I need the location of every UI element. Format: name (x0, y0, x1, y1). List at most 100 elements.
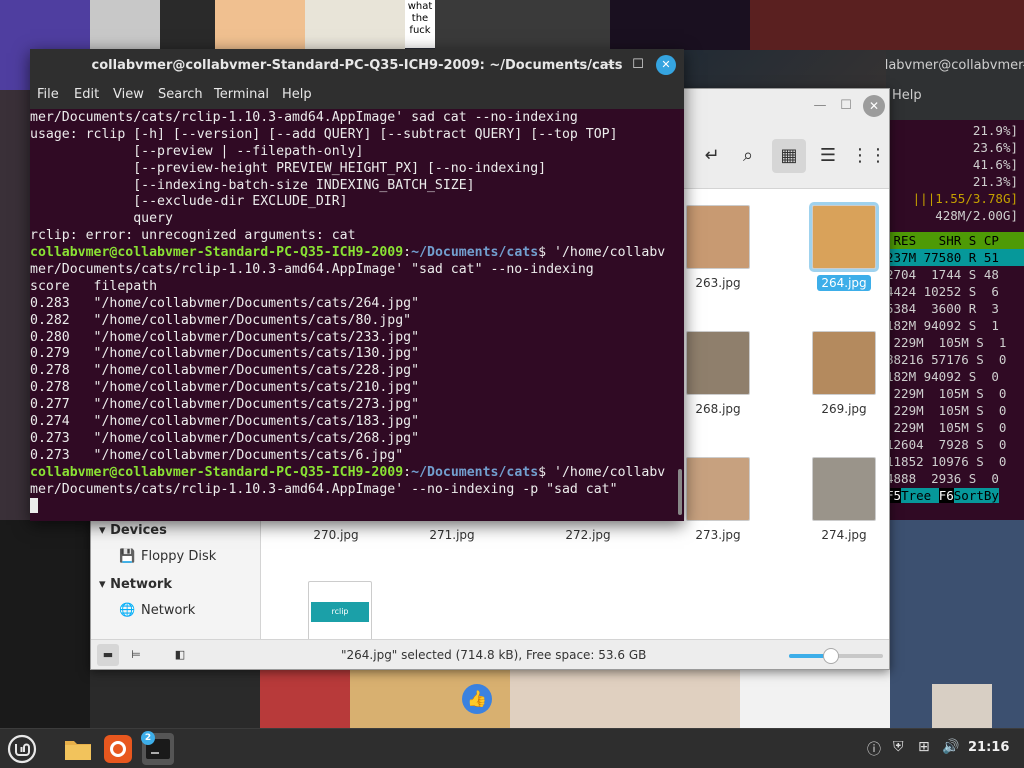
htop-row[interactable]: 2704 1744 S 48 (886, 266, 1024, 283)
htop-row[interactable]: 229M 105M S 0 (886, 419, 1024, 436)
file-name: 269.jpg (821, 402, 867, 416)
result-line: 0.273 "/home/collabvmer/Documents/cats/2… (30, 430, 420, 446)
places-sidebar-button[interactable]: ▬ (97, 644, 119, 666)
tree-sidebar-button[interactable]: ⊨ (125, 644, 147, 666)
clock[interactable]: 21:16 (968, 740, 1009, 755)
maximize-button[interactable]: ☐ (835, 95, 857, 117)
file-item[interactable]: 273.jpg (673, 457, 763, 543)
open-terminal-icon[interactable]: ↵ (695, 139, 729, 173)
minimize-button[interactable]: — (598, 55, 618, 75)
maximize-button[interactable]: ☐ (628, 55, 648, 75)
sidebar-section-label: Network (110, 577, 172, 592)
terminal-line: [--preview | --filepath-only] (30, 143, 364, 159)
file-name: 272.jpg (565, 528, 611, 542)
htop-row[interactable]: 88216 57176 S 0 (886, 351, 1024, 368)
htop-row[interactable]: 182M 94092 S 0 (886, 368, 1024, 385)
file-item[interactable]: 269.jpg (799, 331, 889, 417)
result-line: 0.278 "/home/collabvmer/Documents/cats/2… (30, 363, 420, 379)
htop-row[interactable]: 229M 105M S 1 (886, 334, 1024, 351)
htop-row[interactable]: 182M 94092 S 1 (886, 317, 1024, 334)
terminal-prompt-line: collabvmer@collabvmer-Standard-PC-Q35-IC… (30, 245, 666, 261)
terminal-prompt-line: collabvmer@collabvmer-Standard-PC-Q35-IC… (30, 464, 666, 480)
menu-view[interactable]: View (113, 87, 144, 102)
terminal-line: query (30, 211, 173, 227)
file-name: 263.jpg (695, 276, 741, 290)
wallpaper-tile (160, 0, 215, 50)
file-item[interactable]: 268.jpg (673, 331, 763, 417)
zoom-slider-handle[interactable] (823, 648, 840, 664)
shield-icon[interactable]: ⛨ (893, 739, 904, 755)
htop-menu-help[interactable]: Help (892, 88, 922, 103)
file-item-selected[interactable]: 264.jpg (799, 202, 889, 291)
firefox-icon[interactable] (102, 733, 134, 765)
htop-row[interactable]: 4424 10252 S 6 (886, 283, 1024, 300)
sidebar-item-floppy-disk[interactable]: 💾 Floppy Disk (119, 549, 216, 564)
globe-icon: 🌐 (119, 603, 136, 618)
htop-row[interactable]: 11852 10976 S 0 (886, 453, 1024, 470)
htop-row[interactable]: 229M 105M S 0 (886, 402, 1024, 419)
htop-action-sortby[interactable]: SortBy (953, 488, 999, 503)
file-item-rclip[interactable]: rclip (295, 581, 385, 641)
mint-menu-icon[interactable] (6, 733, 38, 765)
htop-action-tree[interactable]: Tree (901, 488, 939, 503)
folder-icon[interactable] (62, 733, 94, 765)
menu-search[interactable]: Search (158, 87, 203, 102)
result-line: 0.277 "/home/collabvmer/Documents/cats/2… (30, 397, 420, 413)
text-cursor (30, 498, 38, 514)
htop-meter: 41.6%] (972, 157, 1018, 172)
terminal-output[interactable]: mer/Documents/cats/rclip-1.10.3-amd64.Ap… (30, 109, 676, 521)
network-icon[interactable]: ⊞ (918, 739, 930, 755)
icon-view-button[interactable]: ▦ (772, 139, 806, 173)
terminal-line: [--exclude-dir EXCLUDE_DIR] (30, 194, 348, 210)
volume-icon[interactable]: 🔊 (942, 739, 959, 755)
update-manager-icon[interactable]: ⓘ (867, 739, 881, 759)
wallpaper-tile (740, 670, 890, 728)
result-line: 0.282 "/home/collabvmer/Documents/cats/8… (30, 312, 412, 328)
htop-row[interactable]: 237M 77580 R 51 (886, 249, 1024, 266)
htop-row[interactable]: 229M 105M S 0 (886, 385, 1024, 402)
menu-file[interactable]: File (37, 87, 59, 102)
terminal-scrollbar[interactable] (678, 469, 682, 515)
sidebar-section-devices[interactable]: ▾ Devices (99, 523, 167, 538)
htop-header-row[interactable]: RES SHR S CP (886, 232, 1024, 249)
sidebar-item-network[interactable]: 🌐 Network (119, 603, 195, 618)
terminal-window[interactable]: collabvmer@collabvmer-Standard-PC-Q35-IC… (30, 49, 684, 521)
wallpaper-tile (215, 0, 305, 50)
wallpaper-tile (435, 0, 610, 50)
file-item[interactable]: 263.jpg (673, 205, 763, 291)
terminal-titlebar[interactable]: collabvmer@collabvmer-Standard-PC-Q35-IC… (30, 49, 684, 82)
search-icon[interactable]: ⌕ (731, 139, 765, 173)
prompt-command: $ '/home/collabv (538, 245, 666, 261)
htop-row[interactable]: 4888 2936 S 0 (886, 470, 1024, 487)
minimize-button[interactable]: — (809, 95, 831, 117)
menu-help[interactable]: Help (282, 87, 312, 102)
wallpaper-tile (260, 670, 350, 728)
list-view-button[interactable]: ☰ (811, 139, 845, 173)
menu-edit[interactable]: Edit (74, 87, 99, 102)
htop-window[interactable]: collabvmer@collabvmer- Help 21.9%] 23.6%… (886, 50, 1024, 520)
file-name: 273.jpg (695, 528, 741, 542)
wallpaper-tile (90, 670, 260, 728)
htop-process-list[interactable]: 21.9%] 23.6%] 41.6%] 21.3%] |||1.55/3.78… (886, 120, 1024, 520)
close-button[interactable]: ✕ (656, 55, 676, 75)
compact-view-button[interactable]: ⋮⋮ (851, 139, 887, 173)
htop-key-f6[interactable]: F6 (938, 488, 954, 503)
result-line: 0.280 "/home/collabvmer/Documents/cats/2… (30, 329, 420, 345)
terminal-input-line[interactable] (30, 498, 676, 515)
htop-meter: 21.9%] (972, 123, 1018, 138)
toggle-sidebar-button[interactable]: ◧ (169, 644, 191, 666)
sidebar-item-label: Floppy Disk (141, 549, 217, 564)
htop-meter: 21.3%] (972, 174, 1018, 189)
menu-terminal[interactable]: Terminal (214, 87, 269, 102)
sidebar-section-network[interactable]: ▾ Network (99, 577, 172, 592)
zoom-slider[interactable] (789, 648, 883, 664)
status-text: "264.jpg" selected (714.8 kB), Free spac… (341, 648, 647, 662)
htop-row[interactable]: 12604 7928 S 0 (886, 436, 1024, 453)
file-item[interactable]: 274.jpg (799, 457, 889, 543)
terminal-line: usage: rclip [-h] [--version] [--add QUE… (30, 126, 618, 142)
prompt-path: ~/Documents/cats (411, 464, 539, 480)
terminal-line: mer/Documents/cats/rclip-1.10.3-amd64.Ap… (30, 110, 578, 125)
result-line: 0.283 "/home/collabvmer/Documents/cats/2… (30, 295, 420, 311)
close-button[interactable]: ✕ (863, 95, 885, 117)
htop-row[interactable]: 5384 3600 R 3 (886, 300, 1024, 317)
